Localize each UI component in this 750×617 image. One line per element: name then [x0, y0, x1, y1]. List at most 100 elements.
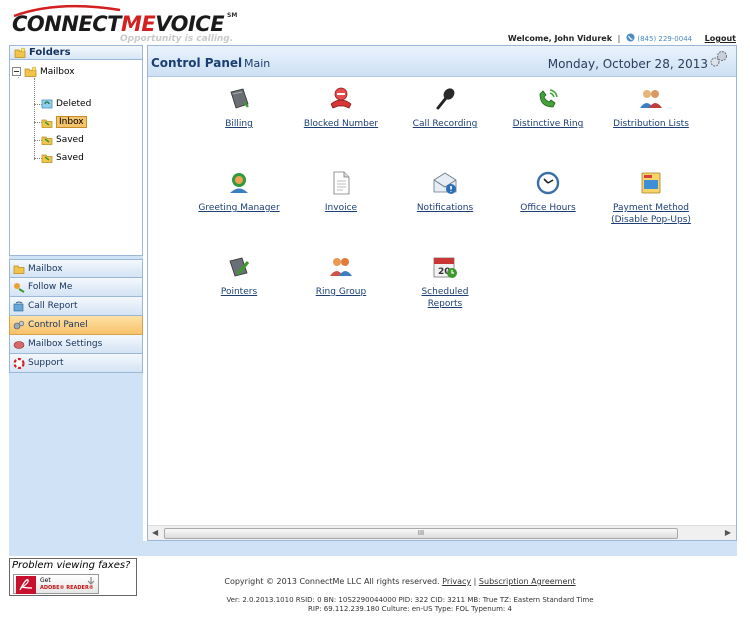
recycle-folder-icon	[41, 99, 53, 109]
welcome-bar: Welcome, John Vidurek | (845) 229-0044 L…	[508, 33, 736, 43]
ring-group-icon	[330, 258, 352, 276]
nav-item-mailbox-settings[interactable]: Mailbox Settings	[9, 335, 143, 354]
current-date: Monday, October 28, 2013	[547, 57, 708, 71]
item-label: Office Hours	[520, 203, 576, 213]
nav-label: Control Panel	[28, 320, 88, 330]
page-title: Control Panel	[151, 56, 243, 70]
distinctive-ring-item[interactable]: Distinctive Ring	[493, 86, 603, 130]
invoice-item[interactable]: Invoice	[286, 170, 396, 214]
scrollbar-thumb[interactable]: III	[164, 528, 678, 539]
tree-item-deleted[interactable]: Deleted	[41, 98, 91, 109]
nav-item-support[interactable]: Support	[9, 354, 143, 373]
item-label: Blocked Number	[303, 119, 379, 129]
control-panel-gears-icon	[13, 320, 25, 329]
billing-book-icon	[230, 88, 249, 109]
mailbox-settings-icon	[13, 340, 25, 349]
item-label: Pointers	[220, 287, 258, 297]
pointer-pencil-icon	[229, 257, 250, 277]
horizontal-scrollbar[interactable]: ◀ III ▶	[148, 525, 736, 540]
nav-label: Support	[28, 358, 64, 368]
item-label: Greeting Manager	[198, 203, 280, 213]
nav-list: Mailbox Follow Me Call Report Control Pa…	[9, 259, 143, 373]
saved-folder-icon	[41, 154, 53, 163]
logo-tagline: Opportunity is calling.	[120, 34, 234, 44]
logout-link[interactable]: Logout	[705, 34, 736, 43]
nav-item-call-report[interactable]: Call Report	[9, 297, 143, 316]
main-header: Control Panel Main Monday, October 28, 2…	[148, 46, 736, 77]
tree-label: Saved	[56, 134, 84, 145]
nav-item-control-panel[interactable]: Control Panel	[9, 316, 143, 335]
blocked-number-item[interactable]: Blocked Number	[286, 86, 396, 130]
page-subtitle: Main	[244, 57, 271, 70]
version-line: RIP: 69.112.239.180 Culture: en-US Type:…	[308, 605, 512, 613]
nav-item-follow-me[interactable]: Follow Me	[9, 278, 143, 297]
tree-item-saved[interactable]: Saved	[41, 134, 84, 145]
tree-item-inbox[interactable]: Inbox	[41, 116, 87, 128]
welcome-text: Welcome, John Vidurek	[507, 34, 613, 43]
footer-copyright: Copyright © 2013 ConnectMe LLC All right…	[0, 577, 750, 586]
logo-connect: CONNECT	[12, 12, 122, 36]
item-label: Payment Method (Disable Pop-Ups)	[611, 203, 691, 225]
scroll-left-arrow-icon[interactable]: ◀	[152, 528, 158, 537]
phone-ring-icon	[539, 89, 558, 108]
privacy-link[interactable]: Privacy	[442, 577, 471, 586]
tree-label-selected: Inbox	[56, 116, 87, 128]
copyright-text: Copyright © 2013 ConnectMe LLC All right…	[224, 577, 440, 586]
pointers-item[interactable]: Pointers	[184, 254, 294, 298]
inbox-folder-icon	[41, 119, 53, 128]
phone-icon	[626, 33, 638, 43]
tree-label: Saved	[56, 152, 84, 163]
item-label: Call Recording	[412, 119, 478, 129]
ring-group-item[interactable]: Ring Group	[286, 254, 396, 298]
item-label: Billing	[225, 119, 253, 129]
folders-title: Folders	[29, 47, 71, 58]
tree-line	[34, 78, 35, 160]
mailbox-folder-icon	[24, 66, 37, 77]
phone-number: (845) 229-0044	[637, 35, 693, 43]
logo-voice: VOICE	[155, 12, 225, 36]
envelope-alert-icon	[433, 172, 457, 194]
nav-label: Follow Me	[28, 282, 73, 292]
item-label: Ring Group	[315, 287, 367, 297]
nav-item-mailbox[interactable]: Mailbox	[9, 259, 143, 278]
payment-method-item[interactable]: Payment Method (Disable Pop-Ups)	[596, 170, 706, 226]
office-hours-item[interactable]: Office Hours	[493, 170, 603, 214]
calendar-icon: 20	[433, 257, 457, 278]
version-info: Ver: 2.0.2013.1010 RSID: 0 BN: 10S229004…	[150, 596, 670, 614]
greeting-person-icon	[230, 173, 248, 193]
people-group-icon	[640, 90, 662, 108]
gears-icon	[710, 51, 727, 67]
bottom-band	[9, 541, 737, 556]
billing-item[interactable]: Billing	[184, 86, 294, 130]
version-line: Ver: 2.0.2013.1010 RSID: 0 BN: 10S229004…	[226, 596, 594, 604]
tree-label: Deleted	[56, 98, 92, 109]
clock-icon	[536, 171, 560, 195]
control-panel-main: Control Panel Main Monday, October 28, 2…	[147, 45, 737, 541]
tree-label: Mailbox	[40, 66, 75, 77]
subscription-agreement-link[interactable]: Subscription Agreement	[479, 577, 576, 586]
item-label: Invoice	[324, 203, 358, 213]
notifications-item[interactable]: Notifications	[390, 170, 500, 214]
greeting-manager-item[interactable]: Greeting Manager	[184, 170, 294, 214]
nav-label: Mailbox Settings	[28, 339, 103, 349]
collapse-minus-icon[interactable]	[12, 67, 21, 76]
call-recording-item[interactable]: Call Recording	[390, 86, 500, 130]
folder-star-icon	[14, 47, 26, 58]
support-lifebuoy-icon	[13, 357, 25, 369]
microphone-icon	[436, 88, 455, 110]
header: CONNECTMEVOICE SM Opportunity is calling…	[0, 0, 750, 45]
scheduled-reports-item[interactable]: 20 Scheduled Reports	[390, 254, 500, 310]
tree-item-saved-2[interactable]: Saved	[41, 152, 84, 163]
mailbox-folder-icon	[13, 265, 25, 274]
tree-item-mailbox[interactable]: Mailbox	[12, 66, 75, 77]
item-label: Distinctive Ring	[512, 119, 584, 129]
logo-me: ME	[121, 12, 156, 36]
document-icon	[333, 171, 350, 195]
call-report-icon	[13, 301, 24, 311]
nav-label: Call Report	[28, 301, 78, 311]
scroll-right-arrow-icon[interactable]: ▶	[725, 528, 731, 537]
nav-label: Mailbox	[28, 263, 63, 274]
distribution-lists-item[interactable]: Distribution Lists	[596, 86, 706, 130]
connectme-voice-logo[interactable]: CONNECTMEVOICE SM Opportunity is calling…	[8, 4, 248, 44]
item-label: Notifications	[416, 203, 474, 213]
